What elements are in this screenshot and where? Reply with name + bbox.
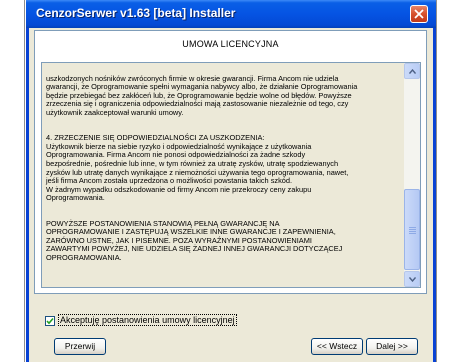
close-icon [414, 9, 424, 19]
installer-window: CenzorSerwer v1.63 [beta] Installer UMOW… [26, 0, 436, 362]
chevron-down-icon [409, 277, 416, 282]
scroll-thumb[interactable] [404, 189, 420, 270]
checkmark-icon [46, 317, 54, 325]
license-paragraph: POWYŻSZE POSTANOWIENIA STANOWIĄ PEŁNĄ GW… [46, 218, 343, 262]
close-button[interactable] [410, 5, 428, 23]
chevron-up-icon [409, 69, 416, 74]
background-border-left [24, 0, 25, 362]
license-text-area[interactable]: uszkodzonych nośników zwróconych firmie … [41, 62, 421, 288]
license-paragraph: uszkodzonych nośników zwróconych firmie … [46, 73, 358, 117]
license-text: uszkodzonych nośników zwróconych firmie … [46, 66, 401, 279]
license-panel: UMOWA LICENCYJNA uszkodzonych nośników z… [34, 30, 427, 294]
window-title: CenzorSerwer v1.63 [beta] Installer [36, 6, 236, 20]
scroll-up-button[interactable] [404, 63, 420, 79]
license-paragraph: 4. ZRZECZENIE SIĘ ODPOWIEDZIALNOŚCI ZA U… [46, 133, 349, 203]
scroll-down-button[interactable] [404, 271, 420, 287]
background-border-right [436, 0, 437, 362]
cancel-button[interactable]: Przerwij [54, 338, 106, 355]
title-bar[interactable]: CenzorSerwer v1.63 [beta] Installer [26, 0, 436, 28]
panel-heading: UMOWA LICENCYJNA [182, 39, 279, 49]
vertical-scrollbar[interactable] [404, 63, 420, 287]
back-button[interactable]: << Wstecz [311, 338, 363, 355]
accept-checkbox-label[interactable]: Akceptuję postanowienia umowy licencyjne… [58, 314, 237, 326]
accept-checkbox[interactable] [45, 316, 55, 326]
next-button[interactable]: Dalej >> [366, 338, 418, 355]
